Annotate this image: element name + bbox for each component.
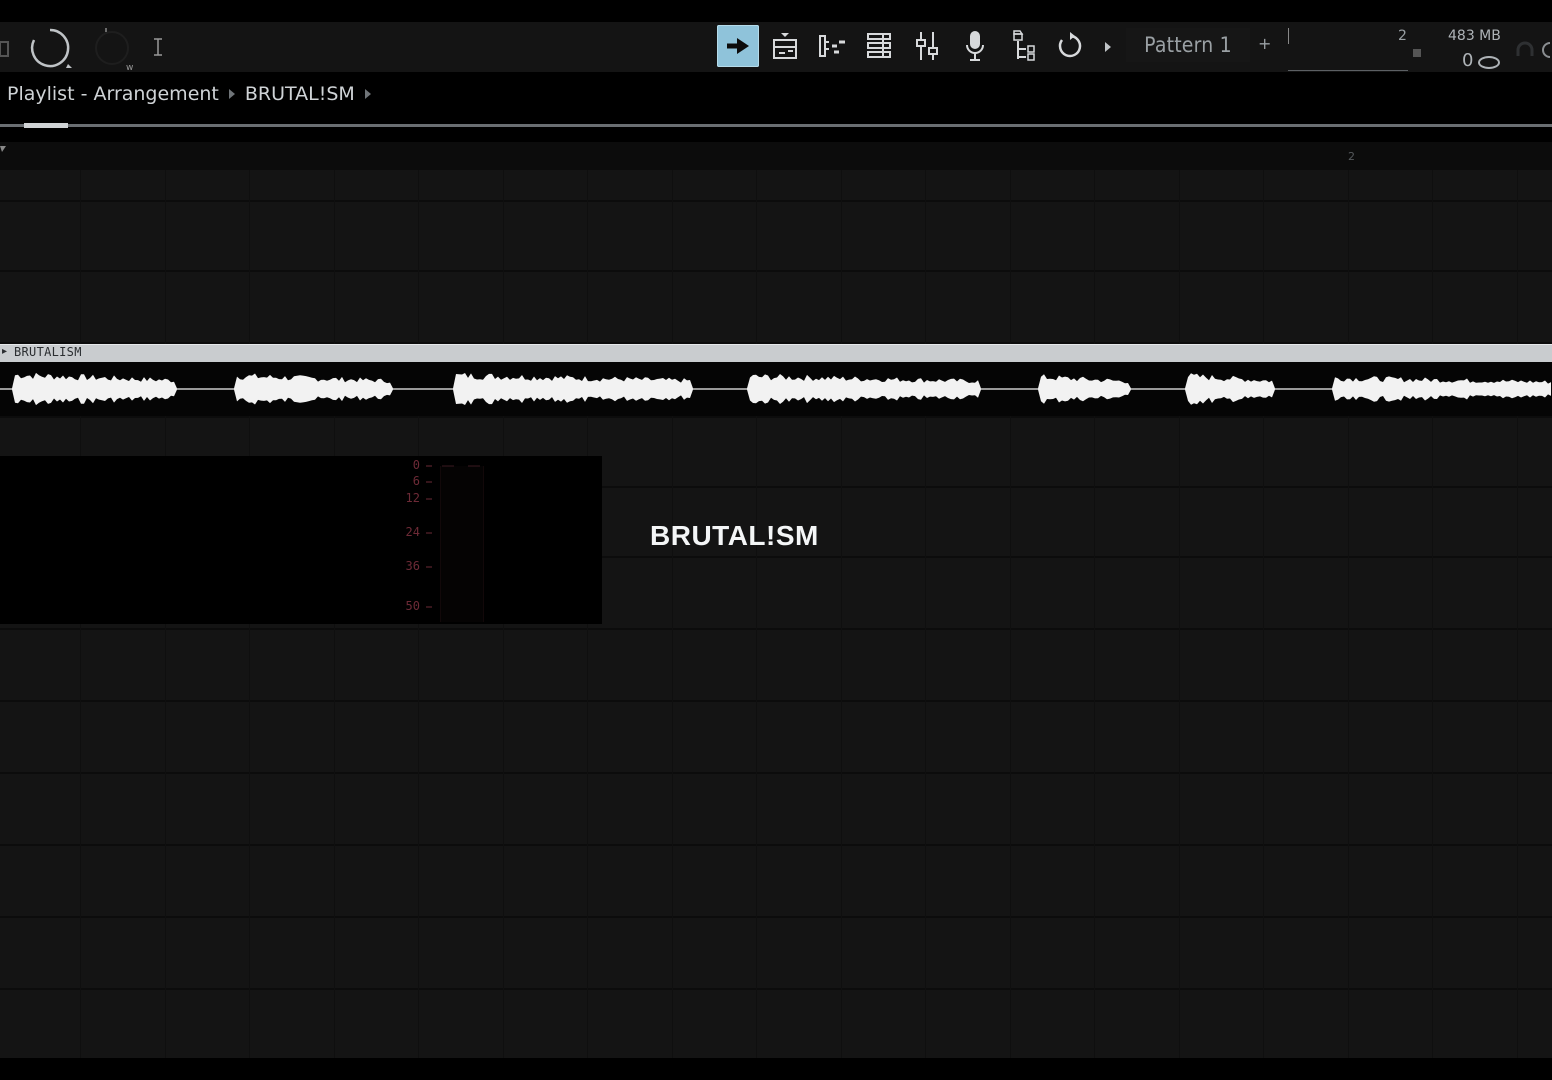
loop-refresh-button[interactable] — [1049, 25, 1091, 67]
grid-row-line — [0, 988, 1552, 990]
clip-menu-icon[interactable]: ▸ — [2, 346, 7, 357]
grid-row-line — [0, 772, 1552, 774]
meter-scale-label: 0 — [412, 458, 420, 472]
fl-studio-window: w Pattern 1 + 2 483 MB 0 Playlist - Arra… — [0, 0, 1552, 1080]
master-pitch-knob-icon[interactable]: w — [90, 26, 134, 70]
bottom-bar — [0, 1058, 1552, 1080]
grid-row-line — [0, 200, 1552, 202]
meter-ticks — [426, 465, 480, 608]
memory-chip-icon — [1410, 46, 1424, 60]
mixer-button[interactable] — [906, 25, 948, 67]
time-display[interactable] — [1288, 26, 1408, 71]
meter-scale-label: 6 — [412, 474, 420, 488]
ruler-bar-number: 2 — [1348, 150, 1355, 163]
ruler-marker-icon[interactable] — [0, 144, 6, 154]
cpu-value: 0 — [1462, 50, 1474, 71]
grid-beat-line — [841, 170, 842, 1058]
svg-text:w: w — [126, 63, 133, 70]
channel-rack-button[interactable] — [858, 25, 900, 67]
grid-beat-line — [1094, 170, 1095, 1058]
top-toolbar: w Pattern 1 + 2 483 MB 0 — [0, 22, 1552, 72]
audio-clip-title: BRUTALISM — [14, 345, 82, 359]
grid-beat-line — [1179, 170, 1180, 1058]
grid-beat-line — [1348, 170, 1349, 1058]
cut-off-icon[interactable] — [1542, 40, 1552, 60]
add-pattern-button[interactable]: + — [1258, 34, 1271, 53]
breadcrumb: Playlist - Arrangement BRUTAL!SM — [7, 80, 381, 108]
text-cursor-icon[interactable] — [150, 36, 166, 58]
horizontal-scrollbar[interactable] — [0, 124, 1552, 127]
master-volume-knob-icon[interactable] — [28, 26, 72, 70]
timeline-ruler[interactable] — [0, 142, 1552, 170]
playlist-window-button[interactable] — [764, 25, 806, 67]
memory-usage: 483 MB — [1448, 28, 1501, 44]
scrollbar-thumb[interactable] — [24, 123, 68, 128]
playlist-arrow-button[interactable] — [717, 25, 759, 67]
grid-beat-line — [1432, 170, 1433, 1058]
headphones-icon[interactable] — [1514, 40, 1536, 60]
grid-beat-line — [756, 170, 757, 1058]
breadcrumb-chevron-icon — [364, 89, 371, 99]
audio-clip-header[interactable] — [0, 344, 1552, 363]
grid-beat-line — [672, 170, 673, 1058]
window-menu-icon[interactable] — [0, 40, 10, 58]
grid-beat-line — [1010, 170, 1011, 1058]
breadcrumb-chevron-icon — [228, 89, 235, 99]
recording-mic-button[interactable] — [954, 25, 996, 67]
browser-button[interactable] — [1002, 25, 1044, 67]
grid-row-line — [0, 416, 1552, 418]
grid-row-line — [0, 844, 1552, 846]
audio-waveform — [0, 372, 1551, 406]
pattern-selector[interactable]: Pattern 1 — [1126, 28, 1250, 62]
time-value: 2 — [1398, 28, 1407, 44]
grid-beat-line — [1517, 170, 1518, 1058]
cpu-meter-icon — [1478, 56, 1500, 69]
grid-beat-line — [1263, 170, 1264, 1058]
breadcrumb-item-project[interactable]: BRUTAL!SM — [245, 83, 355, 105]
grid-row-line — [0, 270, 1552, 272]
peak-meter-panel — [0, 456, 602, 624]
breadcrumb-item-playlist[interactable]: Playlist - Arrangement — [7, 83, 219, 105]
grid-row-line — [0, 916, 1552, 918]
grid-row-line — [0, 700, 1552, 702]
meter-scale-label: 36 — [405, 559, 420, 573]
piano-roll-button[interactable] — [811, 25, 853, 67]
play-arrow-icon[interactable] — [1102, 40, 1114, 54]
grid-row-line — [0, 628, 1552, 630]
overlay-title: BRUTAL!SM — [650, 520, 819, 551]
meter-scale-label: 12 — [405, 491, 420, 505]
grid-beat-line — [925, 170, 926, 1058]
meter-scale-label: 50 — [405, 599, 420, 613]
meter-scale-label: 24 — [405, 525, 420, 539]
